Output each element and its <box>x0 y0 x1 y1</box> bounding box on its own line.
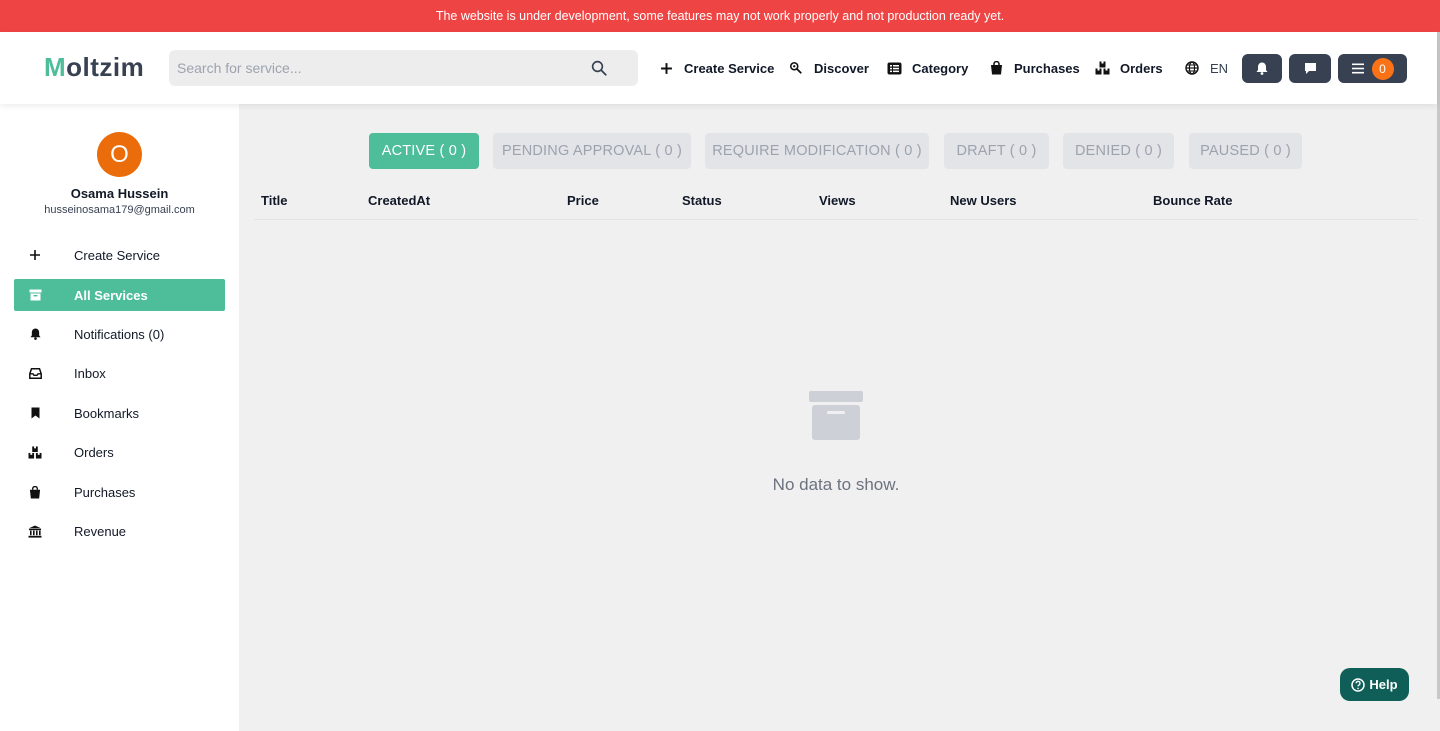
search-icon[interactable] <box>590 59 608 77</box>
list-icon <box>886 60 902 76</box>
sidebar: O Osama Hussein husseinosama179@gmail.co… <box>0 104 239 731</box>
sidebar-item-label: Create Service <box>74 247 160 263</box>
language-label: EN <box>1210 60 1229 76</box>
sidebar-item-label: All Services <box>74 287 148 303</box>
archive-icon <box>14 289 56 301</box>
tab-active[interactable]: ACTIVE ( 0 ) <box>369 133 479 169</box>
avatar[interactable]: O <box>97 132 142 177</box>
boxes-icon <box>14 445 56 459</box>
sidebar-item-label: Purchases <box>74 484 136 500</box>
column-header-new-users[interactable]: New Users <box>950 193 1016 208</box>
column-header-bounce-rate[interactable]: Bounce Rate <box>1153 193 1232 208</box>
messages-button[interactable] <box>1289 54 1331 83</box>
logo[interactable]: Moltzim <box>44 52 144 83</box>
tab-draft[interactable]: DRAFT ( 0 ) <box>944 133 1049 169</box>
magnify-icon <box>788 60 804 76</box>
sidebar-item-label: Bookmarks <box>74 405 140 421</box>
dev-warning-banner: The website is under development, some f… <box>0 0 1440 32</box>
top-header: Moltzim Create Service Discover Category… <box>0 32 1437 104</box>
nav-orders[interactable]: Orders <box>1094 57 1163 79</box>
nav-category[interactable]: Category <box>886 57 968 79</box>
inbox-icon <box>14 367 56 379</box>
tab-denied[interactable]: DENIED ( 0 ) <box>1063 133 1174 169</box>
bell-icon <box>1256 62 1268 75</box>
search-input[interactable] <box>177 60 577 76</box>
column-header-createdat[interactable]: CreatedAt <box>368 193 430 208</box>
help-label: Help <box>1369 677 1398 692</box>
dev-warning-text: The website is under development, some f… <box>435 9 1005 23</box>
language-selector[interactable]: EN <box>1184 57 1228 79</box>
sidebar-item-orders[interactable]: Orders <box>14 436 225 468</box>
sidebar-item-label: Orders <box>74 444 114 460</box>
tab-paused[interactable]: PAUSED ( 0 ) <box>1189 133 1302 169</box>
bag-icon <box>14 485 56 499</box>
column-header-views[interactable]: Views <box>819 193 856 208</box>
sidebar-item-inbox[interactable]: Inbox <box>14 357 225 389</box>
help-button[interactable]: Help <box>1340 668 1409 701</box>
nav-purchases-label: Purchases <box>1014 60 1080 76</box>
bag-icon <box>988 60 1004 76</box>
sidebar-item-purchases[interactable]: Purchases <box>14 476 225 508</box>
nav-orders-label: Orders <box>1120 60 1163 76</box>
menu-button[interactable]: 0 <box>1338 54 1407 83</box>
bank-icon <box>14 525 56 538</box>
sidebar-item-revenue[interactable]: Revenue <box>14 515 225 547</box>
nav-category-label: Category <box>912 60 969 76</box>
sidebar-item-notifications[interactable]: Notifications (0) <box>14 318 225 350</box>
sidebar-item-bookmarks[interactable]: Bookmarks <box>14 397 225 429</box>
menu-count-badge: 0 <box>1371 57 1394 80</box>
column-header-price[interactable]: Price <box>567 193 599 208</box>
user-email: husseinosama179@gmail.com <box>44 204 195 216</box>
nav-discover[interactable]: Discover <box>788 57 869 79</box>
nav-discover-label: Discover <box>814 60 869 76</box>
tab-require-modification[interactable]: REQUIRE MODIFICATION ( 0 ) <box>705 133 929 169</box>
column-header-title[interactable]: Title <box>261 193 288 208</box>
empty-state-text: No data to show. <box>772 475 900 494</box>
notifications-button[interactable] <box>1242 54 1282 83</box>
plus-icon <box>14 249 56 261</box>
logo-text: oltzim <box>66 52 145 82</box>
nav-purchases[interactable]: Purchases <box>988 57 1080 79</box>
search-bar <box>169 50 638 86</box>
sidebar-item-create-service[interactable]: Create Service <box>14 239 225 271</box>
user-name: Osama Hussein <box>70 186 169 201</box>
bell-icon <box>14 328 56 340</box>
hamburger-icon <box>1351 63 1364 74</box>
bookmark-icon <box>14 407 56 419</box>
globe-icon <box>1184 60 1200 76</box>
logo-initial: M <box>44 52 67 82</box>
nav-create-service-label: Create Service <box>684 60 775 76</box>
sidebar-item-label: Notifications (0) <box>74 326 165 342</box>
plus-icon <box>658 60 674 76</box>
column-header-status[interactable]: Status <box>682 193 722 208</box>
sidebar-item-label: Revenue <box>74 523 127 539</box>
empty-archive-icon <box>809 391 863 440</box>
boxes-icon <box>1094 60 1110 76</box>
sidebar-item-all-services[interactable]: All Services <box>14 279 225 311</box>
question-circle-icon <box>1351 677 1366 692</box>
table-header-divider <box>254 219 1418 220</box>
chat-icon <box>1304 63 1316 74</box>
sidebar-item-label: Inbox <box>74 365 106 381</box>
tab-pending-approval[interactable]: PENDING APPROVAL ( 0 ) <box>493 133 691 169</box>
nav-create-service[interactable]: Create Service <box>658 57 774 79</box>
